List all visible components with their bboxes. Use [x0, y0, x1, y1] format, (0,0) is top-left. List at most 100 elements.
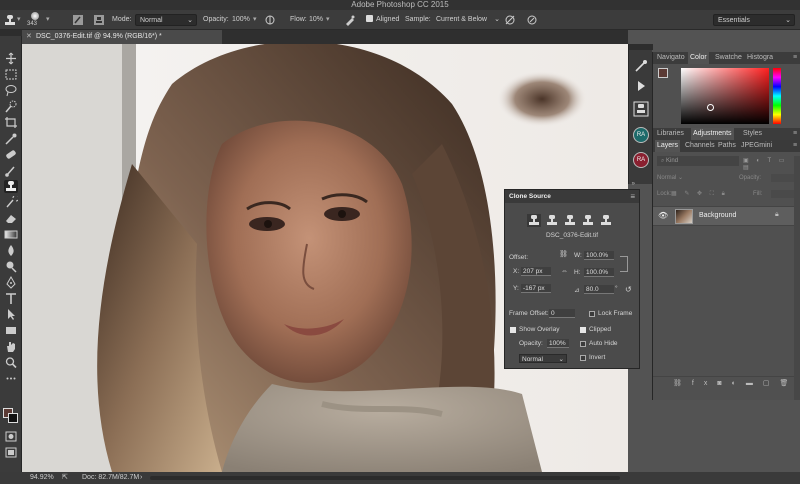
- brush-settings-icon[interactable]: [633, 58, 649, 74]
- gradient-tool-icon[interactable]: [4, 228, 18, 241]
- tools-panel-grip[interactable]: [0, 30, 22, 36]
- layer-row[interactable]: 👁︎ Background 🔒︎: [653, 206, 795, 226]
- tab-navigator[interactable]: Navigato: [655, 52, 687, 64]
- quick-selection-tool-icon[interactable]: [4, 100, 18, 113]
- zoom-tool-icon[interactable]: [4, 356, 18, 369]
- document-tab[interactable]: ✕ DSC_0376-Edit.tif @ 94.9% (RGB/16*) *: [22, 30, 222, 44]
- offset-y-input[interactable]: -167 px: [521, 284, 551, 293]
- tab-channels[interactable]: Channels: [683, 140, 717, 152]
- overlay-opacity-input[interactable]: 100%: [547, 339, 569, 348]
- link-layers-icon[interactable]: ⛓: [673, 380, 692, 387]
- history-brush-tool-icon[interactable]: [4, 196, 18, 209]
- frame-offset-input[interactable]: 0: [549, 309, 575, 318]
- plugin-badge-1[interactable]: RA: [633, 127, 649, 143]
- tab-color[interactable]: Color: [688, 52, 709, 64]
- screen-mode-icon[interactable]: [4, 446, 18, 459]
- path-selection-tool-icon[interactable]: [4, 308, 18, 321]
- panel-scrollbar[interactable]: [794, 156, 800, 400]
- hand-tool-icon[interactable]: [4, 340, 18, 353]
- layer-filter-select[interactable]: ⌕ Kind: [657, 156, 739, 166]
- rectangle-tool-icon[interactable]: [4, 324, 18, 337]
- dock-grip[interactable]: [629, 44, 653, 50]
- layer-fill-input[interactable]: [771, 190, 795, 198]
- tab-swatches[interactable]: Swatche: [713, 52, 744, 64]
- tab-layers[interactable]: Layers: [655, 140, 681, 152]
- blur-tool-icon[interactable]: [4, 244, 18, 257]
- pen-tool-icon[interactable]: [4, 276, 18, 289]
- new-layer-icon[interactable]: ▢: [763, 380, 780, 387]
- clone-stamp-tool-icon[interactable]: [4, 14, 16, 26]
- add-mask-icon[interactable]: ◙: [717, 380, 731, 387]
- rotation-angle-input[interactable]: 80.0: [584, 285, 614, 294]
- status-menu-icon[interactable]: ›: [140, 472, 142, 484]
- clone-source-2-icon[interactable]: [545, 214, 559, 227]
- layer-opacity-input[interactable]: [771, 174, 795, 182]
- tab-libraries[interactable]: Libraries: [655, 128, 686, 140]
- flip-horizontal-icon[interactable]: ⇔: [561, 268, 568, 275]
- sample-select[interactable]: Current & Below ⌄: [436, 14, 500, 26]
- mode-select[interactable]: Normal ⌄: [135, 14, 197, 26]
- tab-styles[interactable]: Styles: [741, 128, 764, 140]
- brush-tool-icon[interactable]: [4, 164, 18, 177]
- maintain-aspect-link-icon[interactable]: [620, 256, 628, 272]
- clipped-checkbox[interactable]: [580, 327, 586, 333]
- tool-preset-dropdown-icon[interactable]: ▾: [17, 14, 21, 26]
- layer-visibility-eye-icon[interactable]: 👁︎: [658, 211, 668, 220]
- marquee-tool-icon[interactable]: [4, 68, 18, 81]
- tab-paths[interactable]: Paths: [716, 140, 738, 152]
- pressure-opacity-icon[interactable]: [264, 14, 276, 26]
- healing-brush-tool-icon[interactable]: [4, 148, 18, 161]
- height-scale-input[interactable]: 100.0%: [584, 268, 614, 277]
- type-tool-icon[interactable]: [4, 292, 18, 305]
- reset-transform-icon[interactable]: ↺: [625, 285, 632, 294]
- opacity-input[interactable]: 100%: [232, 14, 250, 26]
- overlay-mode-select[interactable]: Normal ⌄: [519, 354, 567, 363]
- hue-slider[interactable]: [773, 68, 781, 124]
- clone-source-3-icon[interactable]: [563, 214, 577, 227]
- clone-source-4-icon[interactable]: [581, 214, 595, 227]
- opacity-dropdown-icon[interactable]: ▾: [253, 14, 257, 26]
- brush-panel-toggle-icon[interactable]: [72, 14, 84, 26]
- airbrush-icon[interactable]: [344, 14, 356, 26]
- blend-mode-select[interactable]: Normal ⌄: [657, 173, 719, 183]
- horizontal-scrollbar[interactable]: [150, 476, 620, 480]
- ignore-adjustment-layers-icon[interactable]: [504, 14, 516, 26]
- layer-style-icon[interactable]: fx: [692, 380, 717, 387]
- layers-menu-icon[interactable]: ≡: [791, 140, 799, 152]
- adjustments-menu-icon[interactable]: ≡: [791, 128, 799, 140]
- width-scale-input[interactable]: 100.0%: [584, 251, 614, 260]
- close-tab-icon[interactable]: ✕: [26, 30, 32, 44]
- brush-preset-picker[interactable]: 343: [26, 11, 44, 29]
- crop-tool-icon[interactable]: [4, 116, 18, 129]
- panel-menu-icon[interactable]: ≡: [791, 52, 799, 64]
- clone-stamp-tool-active-icon[interactable]: [4, 180, 18, 193]
- eyedropper-tool-icon[interactable]: [4, 132, 18, 145]
- dodge-tool-icon[interactable]: [4, 260, 18, 273]
- workspace-select[interactable]: Essentials ⌄: [713, 14, 795, 26]
- auto-hide-checkbox[interactable]: [580, 341, 586, 347]
- more-tools-icon[interactable]: [4, 372, 18, 385]
- clone-source-title[interactable]: Clone Source: [505, 190, 639, 203]
- actions-play-icon[interactable]: [633, 78, 649, 94]
- new-group-icon[interactable]: ▬: [746, 380, 763, 387]
- flow-dropdown-icon[interactable]: ▾: [326, 14, 330, 26]
- quick-mask-icon[interactable]: [4, 430, 18, 443]
- clone-source-panel-toggle-icon[interactable]: [93, 14, 105, 26]
- move-tool-icon[interactable]: [4, 52, 18, 65]
- tab-jpegmini[interactable]: JPEGmini: [739, 140, 774, 152]
- background-color-swatch[interactable]: [8, 413, 18, 423]
- lock-options-icons[interactable]: ▦ ✎ ✥ ⛶ 🔒︎: [671, 189, 728, 199]
- brush-dropdown-icon[interactable]: ▾: [46, 14, 50, 26]
- lasso-tool-icon[interactable]: [4, 84, 18, 97]
- adjustment-layer-icon[interactable]: ◐: [732, 380, 746, 387]
- clone-source-dock-icon[interactable]: [633, 101, 649, 117]
- color-field[interactable]: [681, 68, 769, 124]
- export-icon[interactable]: ⇱: [62, 472, 68, 484]
- link-chain-icon[interactable]: ⛓: [559, 250, 568, 258]
- offset-x-input[interactable]: 207 px: [521, 267, 551, 276]
- invert-checkbox[interactable]: [580, 355, 586, 361]
- show-overlay-checkbox[interactable]: [510, 327, 516, 333]
- lock-frame-checkbox[interactable]: [589, 311, 595, 317]
- collapse-panel-icon[interactable]: »: [632, 181, 635, 187]
- clone-source-menu-icon[interactable]: ≡: [630, 192, 635, 201]
